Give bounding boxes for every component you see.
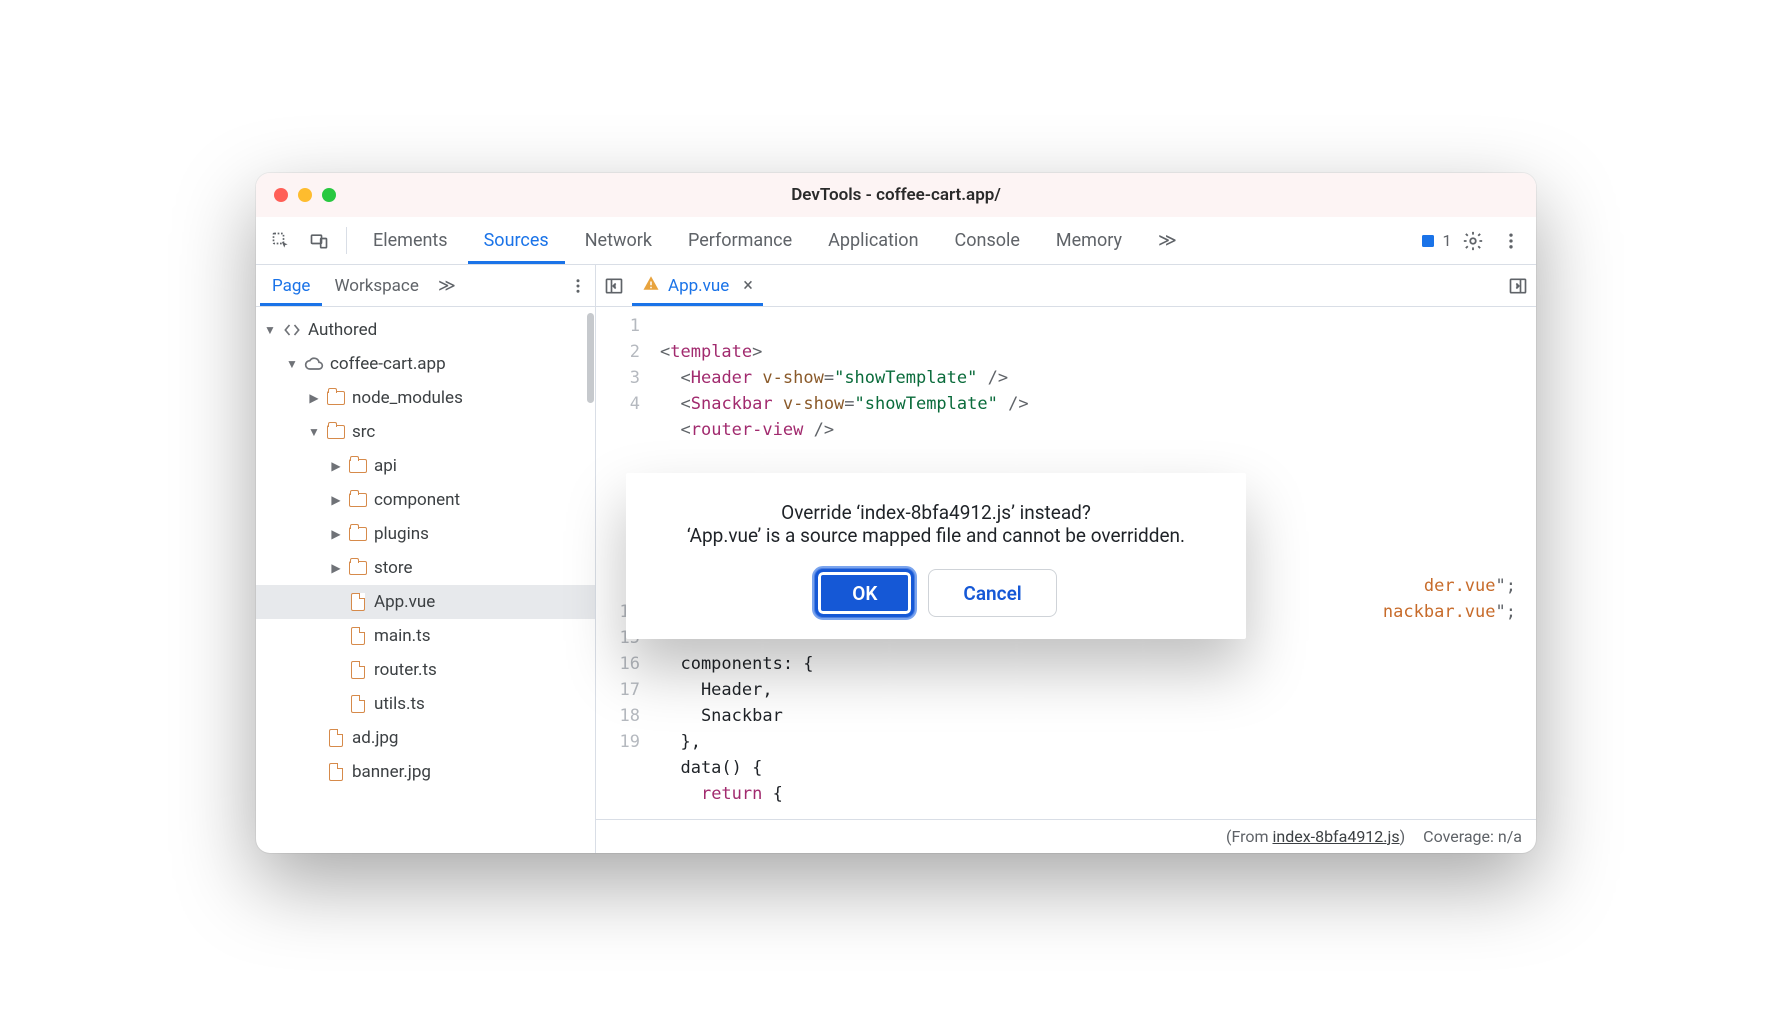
disclosure-triangle-icon[interactable]: ▼ xyxy=(308,425,320,439)
editor-tabs: App.vue × xyxy=(596,265,1536,307)
device-toggle-icon[interactable] xyxy=(302,217,336,264)
disclosure-triangle-icon[interactable]: ▶ xyxy=(330,527,342,541)
tabs-overflow-button[interactable]: ≫ xyxy=(1142,217,1193,264)
tab-network[interactable]: Network xyxy=(569,217,668,264)
navigator-pane: Page Workspace ≫ ▼ Authored ▼ coffee-car xyxy=(256,265,596,853)
tree-folder-components[interactable]: ▶ component xyxy=(256,483,595,517)
scrollbar-thumb[interactable] xyxy=(587,313,594,403)
tree-label: coffee-cart.app xyxy=(330,354,446,374)
folder-icon xyxy=(326,388,346,408)
file-icon xyxy=(326,728,346,748)
file-icon xyxy=(348,694,368,714)
devtools-window: DevTools - coffee-cart.app/ Elements Sou… xyxy=(256,173,1536,853)
dialog-message-line1: Override ‘index-8bfa4912.js’ instead? xyxy=(650,501,1222,524)
traffic-lights xyxy=(274,188,336,202)
dialog-message-line2: ‘App.vue’ is a source mapped file and ca… xyxy=(650,524,1222,547)
ok-button[interactable]: OK xyxy=(815,569,914,617)
file-icon xyxy=(326,762,346,782)
disclosure-triangle-icon[interactable]: ▶ xyxy=(330,493,342,507)
tree-file-ad-jpg[interactable]: ad.jpg xyxy=(256,721,595,755)
tree-folder-node-modules[interactable]: ▶ node_modules xyxy=(256,381,595,415)
kebab-menu-icon[interactable] xyxy=(1494,217,1528,264)
titlebar: DevTools - coffee-cart.app/ xyxy=(256,173,1536,217)
settings-icon[interactable] xyxy=(1456,217,1490,264)
file-tab-app-vue[interactable]: App.vue × xyxy=(632,265,763,306)
tree-label: api xyxy=(374,456,397,476)
tab-memory[interactable]: Memory xyxy=(1040,217,1138,264)
tree-file-banner-jpg[interactable]: banner.jpg xyxy=(256,755,595,789)
warning-icon xyxy=(642,274,660,297)
disclosure-triangle-icon[interactable]: ▼ xyxy=(286,357,298,371)
subtabs-overflow-button[interactable]: ≫ xyxy=(431,265,463,306)
main-tabs: Elements Sources Network Performance App… xyxy=(256,217,1536,265)
file-icon xyxy=(348,626,368,646)
folder-icon xyxy=(326,422,346,442)
disclosure-triangle-icon[interactable]: ▼ xyxy=(264,323,276,337)
file-tree[interactable]: ▼ Authored ▼ coffee-cart.app ▶ node_modu… xyxy=(256,307,595,853)
source-map-origin: (From index-8bfa4912.js) xyxy=(1226,827,1405,846)
file-tab-label: App.vue xyxy=(668,276,729,296)
source-map-link[interactable]: index-8bfa4912.js xyxy=(1272,827,1399,846)
folder-icon xyxy=(348,490,368,510)
close-tab-icon[interactable]: × xyxy=(737,275,753,296)
file-icon xyxy=(348,592,368,612)
tree-label: utils.ts xyxy=(374,694,425,714)
issues-badge[interactable]: 1 xyxy=(1418,217,1452,264)
toggle-navigator-icon[interactable] xyxy=(596,265,632,306)
tab-application[interactable]: Application xyxy=(812,217,934,264)
coverage-status: Coverage: n/a xyxy=(1423,827,1522,846)
tab-performance[interactable]: Performance xyxy=(672,217,808,264)
issues-count: 1 xyxy=(1443,231,1452,250)
tree-label: src xyxy=(352,422,375,442)
toggle-debugger-icon[interactable] xyxy=(1500,265,1536,306)
tree-label: Authored xyxy=(308,320,377,340)
folder-icon xyxy=(348,456,368,476)
tree-label: banner.jpg xyxy=(352,762,431,782)
subtab-page[interactable]: Page xyxy=(260,265,322,306)
inspect-icon[interactable] xyxy=(264,217,298,264)
folder-icon xyxy=(348,524,368,544)
tree-file-main-ts[interactable]: main.ts xyxy=(256,619,595,653)
tree-label: plugins xyxy=(374,524,429,544)
minimize-window-button[interactable] xyxy=(298,188,312,202)
tree-label: App.vue xyxy=(374,592,435,612)
tree-label: main.ts xyxy=(374,626,431,646)
file-icon xyxy=(348,660,368,680)
folder-icon xyxy=(348,558,368,578)
tree-folder-src[interactable]: ▼ src xyxy=(256,415,595,449)
tab-elements[interactable]: Elements xyxy=(357,217,464,264)
tree-domain[interactable]: ▼ coffee-cart.app xyxy=(256,347,595,381)
disclosure-triangle-icon[interactable]: ▶ xyxy=(330,459,342,473)
cancel-button[interactable]: Cancel xyxy=(928,569,1056,617)
navigator-tabs: Page Workspace ≫ xyxy=(256,265,595,307)
cloud-icon xyxy=(304,354,324,374)
tree-label: node_modules xyxy=(352,388,463,408)
tree-file-utils-ts[interactable]: utils.ts xyxy=(256,687,595,721)
code-brackets-icon xyxy=(282,320,302,340)
tree-folder-plugins[interactable]: ▶ plugins xyxy=(256,517,595,551)
tree-root-authored[interactable]: ▼ Authored xyxy=(256,313,595,347)
status-bar: (From index-8bfa4912.js) Coverage: n/a xyxy=(596,819,1536,853)
disclosure-triangle-icon[interactable]: ▶ xyxy=(308,391,320,405)
override-confirm-dialog: Override ‘index-8bfa4912.js’ instead? ‘A… xyxy=(626,473,1246,639)
tab-console[interactable]: Console xyxy=(939,217,1036,264)
window-title: DevTools - coffee-cart.app/ xyxy=(256,185,1536,205)
close-window-button[interactable] xyxy=(274,188,288,202)
tree-label: component xyxy=(374,490,460,510)
divider xyxy=(346,227,347,254)
subtab-workspace[interactable]: Workspace xyxy=(322,265,430,306)
tree-label: store xyxy=(374,558,412,578)
tree-folder-api[interactable]: ▶ api xyxy=(256,449,595,483)
tree-file-router-ts[interactable]: router.ts xyxy=(256,653,595,687)
tree-label: ad.jpg xyxy=(352,728,398,748)
tab-sources[interactable]: Sources xyxy=(468,217,565,264)
tree-label: router.ts xyxy=(374,660,437,680)
maximize-window-button[interactable] xyxy=(322,188,336,202)
navigator-kebab-icon[interactable] xyxy=(569,265,587,306)
tree-folder-store[interactable]: ▶ store xyxy=(256,551,595,585)
disclosure-triangle-icon[interactable]: ▶ xyxy=(330,561,342,575)
tree-file-app-vue[interactable]: App.vue xyxy=(256,585,595,619)
